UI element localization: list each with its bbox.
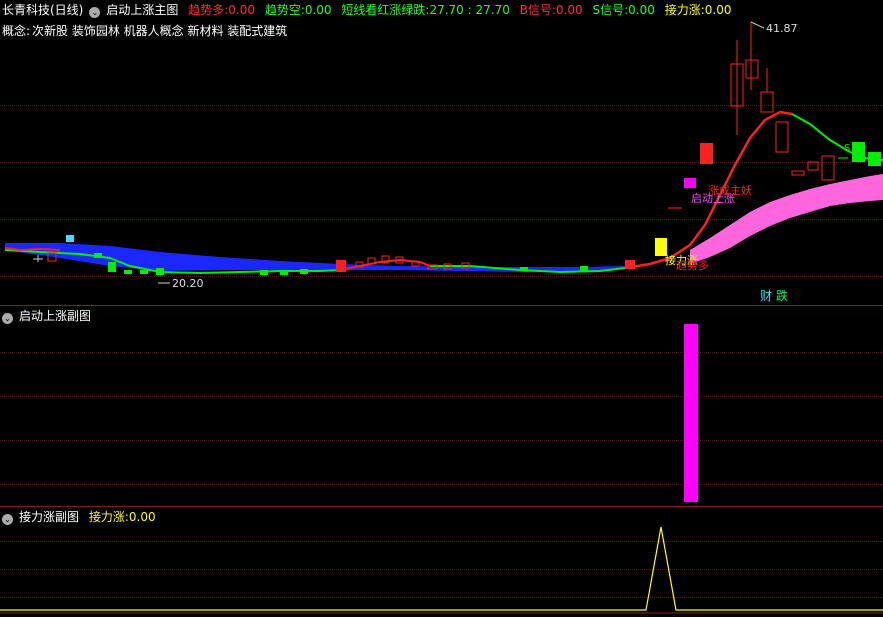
collapse-icon[interactable]: ⌄ bbox=[2, 313, 13, 324]
relay-line bbox=[0, 526, 883, 611]
start-marker bbox=[684, 178, 696, 188]
sub-chart-1[interactable]: ⌄ 启动上涨副图 bbox=[0, 306, 883, 506]
main-chart-canvas[interactable]: 41.87 20.20 接力涨 趋势多 启动上涨 涨成主妖 S 财 跌 bbox=[0, 0, 883, 305]
main-chart-panel[interactable]: 长青科技(日线) ⌄ 启动上涨主图 趋势多:0.00 趋势空:0.00 短线看红涨绿… bbox=[0, 0, 883, 305]
annotation-monster: 涨成主妖 bbox=[708, 183, 752, 197]
sub1-header: ⌄ 启动上涨副图 bbox=[2, 309, 97, 324]
badge-die[interactable]: 跌 bbox=[776, 288, 788, 303]
sub1-title[interactable]: 启动上涨副图 bbox=[19, 309, 91, 323]
annotation-s: S bbox=[844, 143, 850, 154]
start-signal-bar bbox=[684, 324, 698, 502]
relay-line-canvas bbox=[0, 526, 883, 614]
high-price-label: 41.87 bbox=[766, 22, 798, 35]
low-price-label: 20.20 bbox=[172, 277, 204, 290]
sub-chart-2[interactable]: ⌄ 接力涨副图 接力涨:0.00 bbox=[0, 507, 883, 617]
badge-cai[interactable]: 财 bbox=[760, 289, 772, 303]
candles bbox=[33, 22, 881, 275]
annotation-trend: 趋势多 bbox=[676, 258, 709, 272]
